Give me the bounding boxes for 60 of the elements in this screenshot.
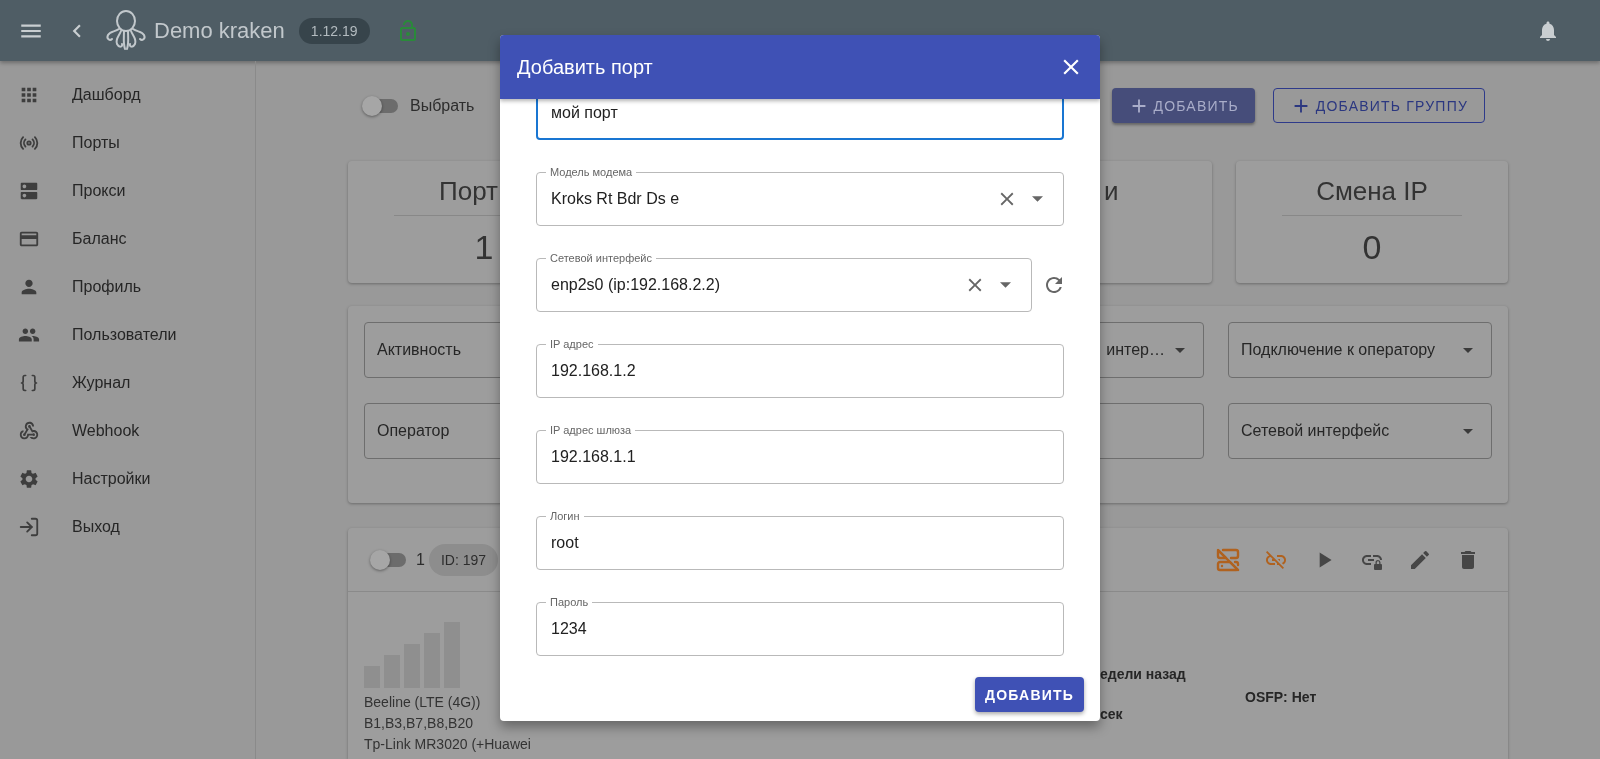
dialog-title: Добавить порт (517, 55, 654, 79)
osfp-text: OSFP: Нет (1245, 689, 1317, 705)
id-chip: ID: 197 (428, 543, 499, 576)
dropdown-icon (1175, 347, 1185, 353)
sidebar-item[interactable]: Журнал (72, 374, 131, 392)
port-info-text: Tp-Link MR3020 (+Huawei (364, 735, 531, 754)
input-field[interactable]: Пароль 1234 (536, 595, 1064, 656)
field-value: root (551, 534, 580, 552)
field-value: мой порт (551, 104, 619, 122)
dropdown-icon[interactable] (1032, 196, 1043, 202)
webhook-icon (18, 420, 40, 442)
stat-title: и (1104, 176, 1119, 206)
field-label: Логин (549, 509, 581, 523)
sidebar-item[interactable]: Прокси (72, 182, 126, 200)
input-field[interactable]: IP адрес 192.168.1.2 (536, 337, 1064, 398)
port-info-text: B1,B3,B7,B8,B20 (364, 714, 473, 733)
sidebar-item[interactable]: Порты (72, 134, 120, 152)
dropdown-icon (1463, 428, 1473, 434)
filter-select[interactable]: Сетевой интерфейс (1228, 403, 1492, 459)
toggle-switch[interactable] (372, 552, 406, 567)
antenna-icon (18, 133, 40, 153)
input-field[interactable]: IP адрес шлюза 192.168.1.1 (536, 423, 1064, 484)
stat-value: 0 (1362, 228, 1382, 266)
settings-icon (18, 467, 40, 491)
sidebar-item[interactable]: Выход (72, 518, 120, 536)
add-group-button[interactable]: ДОБАВИТЬ ГРУППУ (1272, 88, 1485, 123)
app-title: Demo kraken (154, 17, 285, 44)
sidebar-item[interactable]: Webhook (72, 422, 140, 440)
select-field[interactable]: Сетевой интерфейс enp2s0 (ip:192.168.2.2) (536, 251, 1032, 312)
filter-select[interactable]: Подключение к оператору (1228, 322, 1492, 378)
port-detail-text: сек (1100, 706, 1124, 723)
field-value: 1234 (551, 620, 588, 638)
toggle-label: Выбрать (410, 96, 475, 115)
sidebar-item[interactable]: Настройки (72, 470, 151, 488)
sidebar-item[interactable]: Баланс (72, 230, 127, 248)
port-number: 1 (416, 550, 425, 569)
submit-button[interactable]: ДОБАВИТЬ (975, 677, 1084, 712)
field-value: Kroks Rt Bdr Ds e (551, 190, 681, 208)
field-label: IP адрес (549, 337, 595, 351)
field-label: Сетевой интерфейс (549, 251, 653, 265)
field-label: Модель модема (549, 165, 634, 179)
field-label: Пароль (549, 595, 590, 609)
input-field[interactable]: мой порт (536, 99, 1064, 140)
login-icon (18, 516, 40, 538)
stat-value: 1 (474, 228, 494, 266)
port-info-text: Beeline (LTE (4G)) (364, 693, 481, 712)
port-detail-text: едели назад (1100, 666, 1187, 683)
field-value: enp2s0 (ip:192.168.2.2) (551, 276, 721, 294)
version-chip: 1.12.19 (298, 17, 370, 44)
stat-title: Смена IP (1316, 176, 1428, 206)
dropdown-icon (1463, 347, 1473, 353)
sidebar-item[interactable]: Пользователи (72, 326, 177, 344)
toggle-switch[interactable] (364, 98, 398, 113)
input-field[interactable]: Логин root (536, 509, 1064, 570)
select-field[interactable]: Модель модема Kroks Rt Bdr Ds e (536, 165, 1064, 226)
sidebar-item[interactable]: Дашборд (72, 86, 141, 104)
sidebar-item[interactable]: Профиль (72, 278, 142, 296)
braces-icon (18, 373, 40, 393)
add-button[interactable]: ДОБАВИТЬ (1111, 88, 1255, 123)
stat-title: Порт (439, 176, 498, 206)
